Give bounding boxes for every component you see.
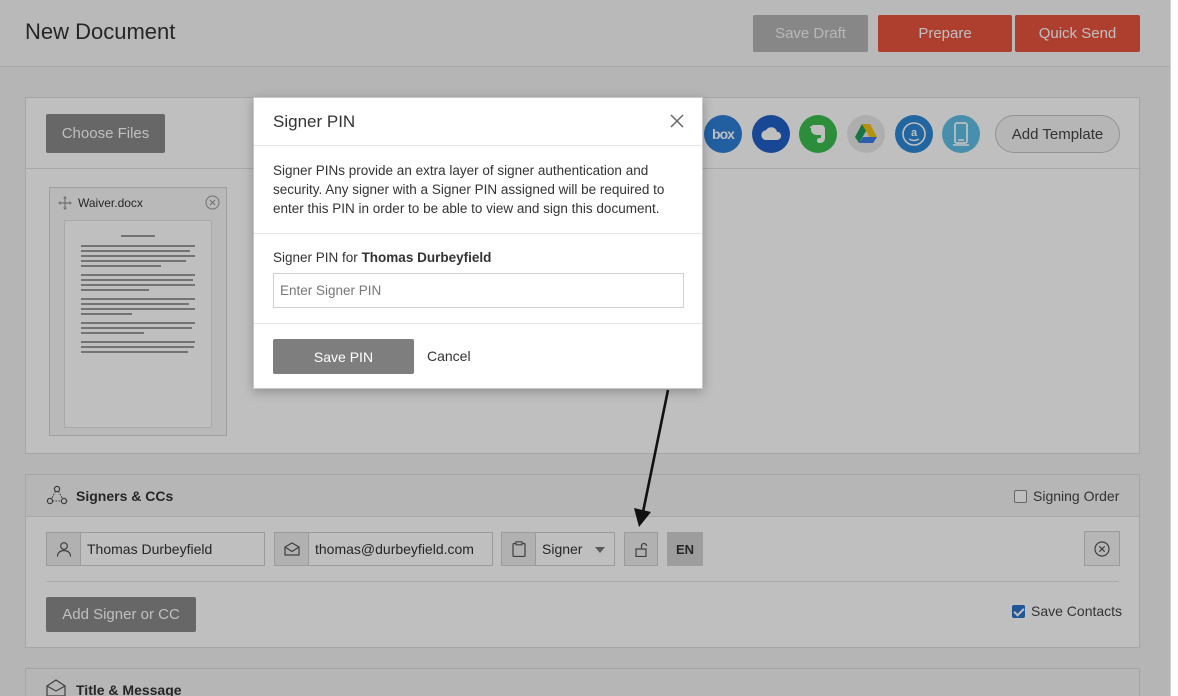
save-pin-button[interactable]: Save PIN <box>273 339 414 374</box>
dialog-description: Signer PINs provide an extra layer of si… <box>273 163 665 216</box>
dialog-title: Signer PIN <box>273 112 356 131</box>
cancel-link[interactable]: Cancel <box>427 348 471 364</box>
pin-label-prefix: Signer PIN for <box>273 250 358 265</box>
signer-pin-dialog: Signer PIN Signer PINs provide an extra … <box>253 97 703 389</box>
divider <box>254 323 702 324</box>
pin-label-signer-name: Thomas Durbeyfield <box>361 250 492 265</box>
divider <box>254 233 702 234</box>
close-icon[interactable] <box>670 114 684 128</box>
signer-pin-input[interactable] <box>273 273 684 308</box>
pin-field-label: Signer PIN for Thomas Durbeyfield <box>273 250 491 265</box>
app-window: New Document Save Draft Prepare Quick Se… <box>0 0 1170 696</box>
scrollbar[interactable] <box>1170 0 1178 696</box>
dialog-header: Signer PIN <box>254 98 702 146</box>
